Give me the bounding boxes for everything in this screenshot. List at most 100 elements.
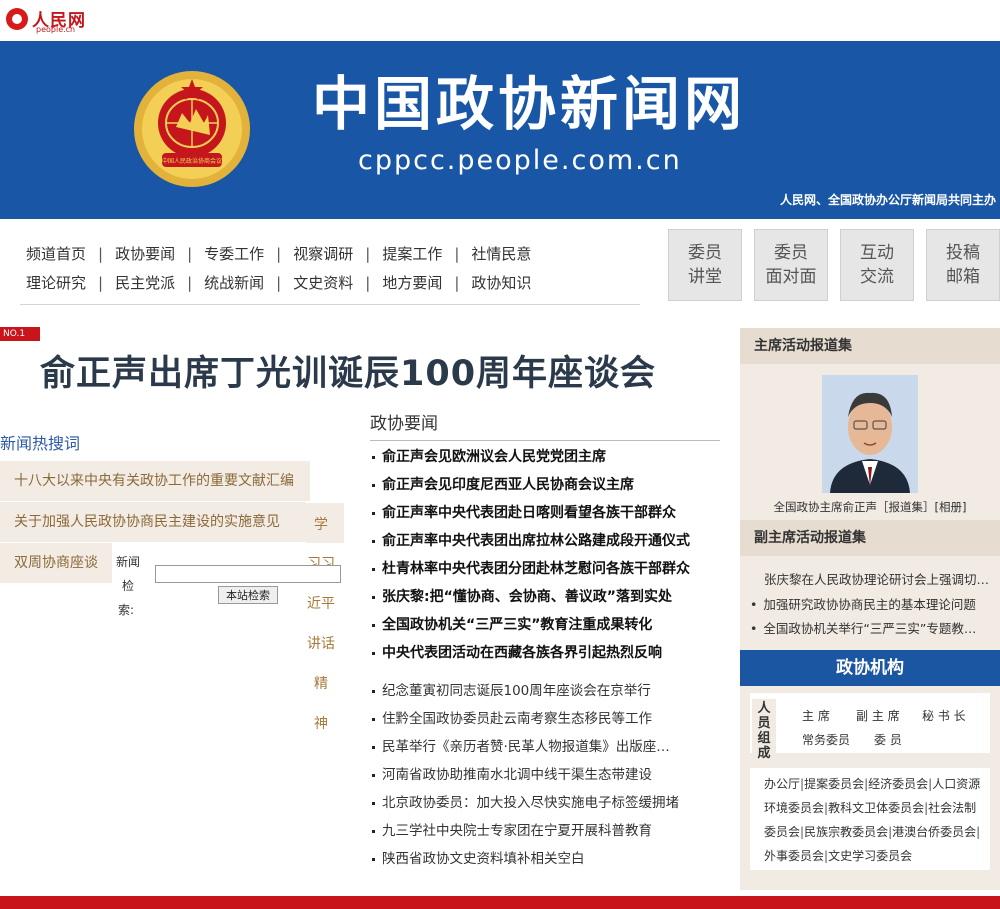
portrait-image (822, 375, 918, 493)
members-lecture-button[interactable]: 委员 讲堂 (668, 229, 742, 301)
hot-search-item[interactable]: 十八大以来中央有关政协工作的重要文献汇编 (0, 461, 310, 501)
cppcc-news-divider (370, 440, 720, 441)
nav-separator: | (454, 245, 460, 263)
org-members-link[interactable]: 委 员 (874, 731, 902, 748)
committee-link[interactable]: 办公厅 (764, 777, 800, 791)
site-search-input[interactable] (155, 565, 341, 583)
nav-separator: | (98, 274, 104, 292)
bottom-banner-strip (0, 896, 1000, 909)
committee-link[interactable]: 民族宗教委员会 (804, 825, 888, 839)
vice-chair-reports-heading[interactable]: 副主席活动报道集 (740, 520, 1000, 556)
news-item[interactable]: 杜青林率中央代表团分团赴林芝慰问各族干部群众 (372, 558, 690, 578)
committee-list: 办公厅|提案委员会|经济委员会|人口资源环境委员会|教科文卫体委员会|社会法制委… (750, 768, 990, 870)
site-search-button[interactable]: 本站检索 (218, 586, 278, 604)
org-chairman-link[interactable]: 主 席 (802, 707, 830, 724)
members-face-to-face-button[interactable]: 委员 面对面 (754, 229, 828, 301)
nav-link[interactable]: 提案工作 (376, 243, 448, 264)
news-item[interactable]: 全国政协机关“三严三实”教育注重成果转化 (372, 614, 652, 634)
nav-separator: | (276, 274, 282, 292)
news-item[interactable]: 俞正声率中央代表团出席拉林公路建成段开通仪式 (372, 530, 690, 550)
main-nav: 频道首页 | 政协要闻 | 专委工作 | 视察调研 | 提案工作 | 社情民意 理论研究 | 民主党派 |… (0, 219, 1000, 315)
site-domain: cppcc.people.com.cn (358, 145, 682, 176)
nav-row-2: 理论研究 | 民主党派 | 统战新闻 | 文史资料 | 地方要闻 | 政协知识 (20, 272, 537, 293)
chairman-caption[interactable]: 全国政协主席俞正声［报道集］[相册] (740, 499, 1000, 515)
button-line-1: 互动 (860, 243, 894, 263)
right-sidebar: 主席活动报道集 全国政协主席俞正声［报道集］[相册] 副主席活动报道集 张庆黎在… (740, 328, 1000, 890)
nav-row-1: 频道首页 | 政协要闻 | 专委工作 | 视察调研 | 提案工作 | 社情民意 (20, 243, 537, 264)
vice-chair-news-item[interactable]: 加强研究政协协商民主的基本理论问题 (750, 594, 995, 613)
nav-link[interactable]: 民主党派 (109, 272, 181, 293)
committee-link[interactable]: 港澳台侨委员会 (892, 825, 976, 839)
news-item[interactable]: 住黔全国政协委员赴云南考察生态移民等工作 (372, 707, 652, 727)
cppcc-organs-heading: 政协机构 (740, 650, 1000, 686)
search-label: 新闻 (116, 555, 141, 569)
study-tab-text[interactable]: 神 (306, 713, 336, 733)
news-item[interactable]: 俞正声率中央代表团赴日喀则看望各族干部群众 (372, 502, 676, 522)
nav-link[interactable]: 专委工作 (198, 243, 270, 264)
people-logo-icon (6, 8, 28, 30)
org-standing-members-link[interactable]: 常务委员 (802, 731, 850, 748)
people-logo[interactable]: 人民网 people.cn (6, 6, 86, 34)
nav-link[interactable]: 统战新闻 (198, 272, 270, 293)
nav-link[interactable]: 视察调研 (287, 243, 359, 264)
headline-badge: NO.1 (0, 327, 40, 341)
news-item[interactable]: 张庆黎:把“懂协商、会协商、善议政”落到实处 (372, 586, 672, 606)
vice-chair-news-item[interactable]: 张庆黎在人民政协理论研讨会上强调切… (764, 569, 1000, 588)
logo-en-text: people.cn (36, 25, 76, 34)
cppcc-emblem-icon: 中国人民政治协商会议 (134, 71, 250, 187)
button-line-2: 讲堂 (688, 267, 722, 287)
news-item[interactable]: 俞正声会见印度尼西亚人民协商会议主席 (372, 474, 634, 494)
button-line-1: 投稿 (946, 243, 980, 263)
search-label: 索: (118, 603, 135, 617)
vice-chair-news-item[interactable]: 全国政协机关举行“三严三实”专题教… (750, 618, 995, 637)
nav-separator: | (187, 245, 193, 263)
committee-link[interactable]: 提案委员会 (804, 777, 864, 791)
news-item[interactable]: 九三学社中央院士专家团在宁夏开展科普教育 (372, 819, 652, 839)
button-line-1: 委员 (688, 243, 722, 263)
study-tab-text[interactable]: 讲话 (306, 633, 336, 653)
study-tab-text[interactable]: 精 (306, 673, 336, 693)
hot-search-item[interactable]: 关于加强人民政协协商民主建设的实施意见 (0, 502, 306, 542)
org-secretary-general-link[interactable]: 秘 书 长 (922, 707, 966, 724)
interaction-button[interactable]: 互动 交流 (840, 229, 914, 301)
org-members-box: 人员组成 主 席 副 主 席 秘 书 长 常务委员 委 员 (750, 693, 990, 763)
nav-separator: | (276, 245, 282, 263)
nav-link[interactable]: 社情民意 (465, 243, 537, 264)
nav-link[interactable]: 地方要闻 (376, 272, 448, 293)
nav-link[interactable]: 政协要闻 (109, 243, 181, 264)
committee-link[interactable]: 教科文卫体委员会 (828, 801, 924, 815)
chair-reports-heading[interactable]: 主席活动报道集 (740, 328, 1000, 364)
news-item[interactable]: 中央代表团活动在西藏各族各界引起热烈反响 (372, 642, 662, 662)
news-item[interactable]: 北京政协委员：加大投入尽快实施电子标签缓拥堵 (372, 791, 679, 811)
emblem-text: 中国人民政治协商会议 (162, 157, 222, 165)
committee-link[interactable]: 经济委员会 (868, 777, 928, 791)
nav-link[interactable]: 频道首页 (20, 243, 92, 264)
committee-link[interactable]: 文史学习委员会 (828, 849, 912, 863)
nav-link[interactable]: 政协知识 (465, 272, 537, 293)
news-item[interactable]: 俞正声会见欧洲议会人民党党团主席 (372, 446, 606, 466)
submission-mailbox-button[interactable]: 投稿 邮箱 (926, 229, 1000, 301)
nav-separator: | (365, 245, 371, 263)
study-tab-text[interactable]: 近平 (306, 593, 336, 613)
study-tab-text[interactable]: 学 (306, 514, 336, 534)
news-item[interactable]: 纪念董寅初同志诞辰100周年座谈会在京举行 (372, 679, 651, 699)
headline-link[interactable]: 俞正声出席丁光训诞辰100周年座谈会 (40, 345, 656, 396)
button-line-2: 交流 (860, 267, 894, 287)
cppcc-news-title: 政协要闻 (370, 414, 438, 434)
chairman-portrait[interactable] (822, 375, 918, 493)
hot-search-item[interactable]: 双周协商座谈 (0, 543, 112, 583)
committee-link[interactable]: 外事委员会 (764, 849, 824, 863)
nav-link[interactable]: 文史资料 (287, 272, 359, 293)
search-label: 检 (122, 579, 135, 593)
news-item[interactable]: 河南省政协助推南水北调中线干渠生态带建设 (372, 763, 652, 783)
nav-separator: | (187, 274, 193, 292)
news-item[interactable]: 民革举行《亲历者赞·民革人物报道集》出版座… (372, 735, 670, 755)
top-bar: 人民网 people.cn (0, 0, 1000, 40)
nav-divider (20, 304, 640, 305)
button-line-2: 邮箱 (946, 267, 980, 287)
site-title: 中国政协新闻网 (312, 70, 747, 138)
nav-separator: | (365, 274, 371, 292)
nav-link[interactable]: 理论研究 (20, 272, 92, 293)
news-item[interactable]: 陕西省政协文史资料填补相关空白 (372, 847, 585, 867)
org-vice-chairman-link[interactable]: 副 主 席 (856, 707, 900, 724)
